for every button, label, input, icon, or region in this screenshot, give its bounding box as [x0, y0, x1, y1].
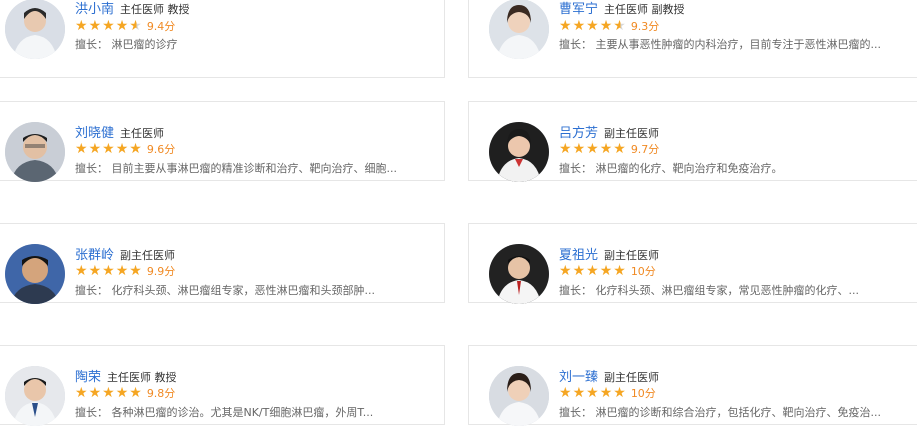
doctor-specialty: 擅长： 目前主要从事淋巴瘤的精准诊断和治疗、靶向治疗、细胞...: [75, 162, 397, 175]
star-icon: ★: [75, 18, 89, 34]
star-icon: ★: [586, 141, 600, 157]
star-icon: ★: [115, 385, 130, 401]
doctor-title: 主任医师 副教授: [604, 3, 685, 16]
doctor-specialty: 擅长： 淋巴瘤的化疗、靶向治疗和免疫治疗。: [559, 162, 783, 175]
doctor-name[interactable]: 刘晓健: [75, 126, 114, 141]
doctor-avatar[interactable]: [5, 366, 65, 426]
doctor-card[interactable]: 刘一臻 副主任医师 ★★★★★ 10分 擅长： 淋巴瘤的诊断和综合治疗，包括化疗、靶…: [468, 345, 917, 426]
star-icon: ★: [115, 141, 130, 157]
star-icon: ★: [102, 18, 116, 34]
star-rating: ★★★★★ 10分: [559, 384, 656, 402]
doctor-name[interactable]: 夏祖光: [559, 248, 598, 263]
star-icon: ★: [613, 141, 627, 157]
doctor-title: 主任医师: [120, 127, 165, 140]
doctor-card[interactable]: 吕方芳 副主任医师 ★★★★★ 9.7分 擅长： 淋巴瘤的化疗、靶向治疗和免疫治疗。: [468, 101, 917, 182]
doctor-name[interactable]: 张群岭: [75, 248, 114, 263]
star-icon: ★: [613, 263, 627, 279]
doctor-avatar[interactable]: [5, 0, 65, 59]
rating-score: 9.9分: [146, 265, 176, 278]
doctor-avatar[interactable]: [489, 0, 549, 59]
rating-score: 9.3分: [630, 20, 660, 33]
rating-score: 10分: [630, 387, 656, 400]
star-icon: ★: [102, 385, 116, 401]
doctor-title: 副主任医师: [604, 371, 660, 384]
doctor-specialty: 擅长： 淋巴瘤的诊疗: [75, 38, 178, 51]
doctor-name[interactable]: 陶荣: [75, 370, 101, 385]
doctor-avatar[interactable]: [489, 244, 549, 304]
star-icon: ★: [88, 18, 103, 34]
star-rating: ★★★★★ 9.8分: [75, 384, 175, 402]
star-icon: ★: [586, 18, 600, 34]
star-icon: ★: [75, 385, 89, 401]
doctor-avatar[interactable]: [489, 122, 549, 182]
doctor-specialty: 擅长： 主要从事恶性肿瘤的内科治疗，目前专注于恶性淋巴瘤的...: [559, 38, 881, 51]
star-icon: ★: [88, 385, 103, 401]
doctor-card[interactable]: 陶荣 主任医师 教授 ★★★★★ 9.8分 擅长： 各种淋巴瘤的诊治。尤其是NK/T…: [0, 345, 445, 426]
doctor-card[interactable]: 刘晓健 主任医师 ★★★★★ 9.6分 擅长： 目前主要从事淋巴瘤的精准诊断和治疗、…: [0, 101, 445, 182]
star-icon: ★: [599, 385, 614, 401]
star-icon: ★: [613, 385, 627, 401]
rating-score: 9.8分: [146, 387, 176, 400]
doctor-card[interactable]: 夏祖光 副主任医师 ★★★★★ 10分 擅长： 化疗科头颈、淋巴瘤组专家，常见恶性肿…: [468, 223, 917, 304]
star-rating: ★★★★★ 9.9分: [75, 262, 175, 280]
star-rating: ★★★★★ 9.7分: [559, 140, 659, 158]
doctor-title: 副主任医师: [120, 249, 176, 262]
doctor-avatar[interactable]: [5, 244, 65, 304]
doctor-title: 副主任医师: [604, 249, 660, 262]
star-icon: ★: [559, 141, 573, 157]
star-icon: ★: [559, 263, 573, 279]
star-icon: ★: [572, 141, 587, 157]
doctor-specialty: 擅长： 化疗科头颈、淋巴瘤组专家，恶性淋巴瘤和头颈部肿...: [75, 284, 375, 297]
doctor-name[interactable]: 洪小南: [75, 2, 114, 17]
star-icon: ★: [559, 385, 573, 401]
star-icon: ★: [115, 18, 130, 34]
rating-score: 9.7分: [630, 143, 660, 156]
rating-score: 9.6分: [146, 143, 176, 156]
star-icon: ★: [88, 263, 103, 279]
star-icon: ★: [102, 141, 116, 157]
star-icon: ★: [75, 263, 89, 279]
doctor-specialty: 擅长： 化疗科头颈、淋巴瘤组专家，常见恶性肿瘤的化疗、...: [559, 284, 859, 297]
star-icon: ★: [572, 263, 587, 279]
doctor-card[interactable]: 张群岭 副主任医师 ★★★★★ 9.9分 擅长： 化疗科头颈、淋巴瘤组专家，恶性淋巴…: [0, 223, 445, 304]
rating-score: 10分: [630, 265, 656, 278]
star-rating: ★★★★★ 10分: [559, 262, 656, 280]
doctor-card[interactable]: 洪小南 主任医师 教授 ★★★★★ 9.4分 擅长： 淋巴瘤的诊疗: [0, 0, 445, 78]
star-icon: ★: [115, 263, 130, 279]
half-star-icon: ★: [613, 18, 627, 34]
doctor-title: 主任医师 教授: [107, 371, 177, 384]
star-icon: ★: [572, 18, 587, 34]
star-icon: ★: [102, 263, 116, 279]
doctor-card[interactable]: 曹军宁 主任医师 副教授 ★★★★★ 9.3分 擅长： 主要从事恶性肿瘤的内科治疗，…: [468, 0, 917, 78]
star-rating: ★★★★★ 9.3分: [559, 17, 659, 35]
doctor-name[interactable]: 吕方芳: [559, 126, 598, 141]
star-icon: ★: [75, 141, 89, 157]
half-star-icon: ★: [129, 18, 143, 34]
star-icon: ★: [599, 141, 614, 157]
star-icon: ★: [88, 141, 103, 157]
star-rating: ★★★★★ 9.6分: [75, 140, 175, 158]
doctor-title: 副主任医师: [604, 127, 660, 140]
star-icon: ★: [586, 263, 600, 279]
rating-score: 9.4分: [146, 20, 176, 33]
star-rating: ★★★★★ 9.4分: [75, 17, 175, 35]
star-icon: ★: [129, 263, 143, 279]
doctor-name[interactable]: 曹军宁: [559, 2, 598, 17]
doctor-avatar[interactable]: [5, 122, 65, 182]
star-icon: ★: [599, 263, 614, 279]
star-icon: ★: [586, 385, 600, 401]
doctor-specialty: 擅长： 各种淋巴瘤的诊治。尤其是NK/T细胞淋巴瘤，外周T...: [75, 406, 374, 419]
doctor-name[interactable]: 刘一臻: [559, 370, 598, 385]
doctor-specialty: 擅长： 淋巴瘤的诊断和综合治疗，包括化疗、靶向治疗、免疫治...: [559, 406, 881, 419]
doctor-title: 主任医师 教授: [120, 3, 190, 16]
star-icon: ★: [572, 385, 587, 401]
doctor-avatar[interactable]: [489, 366, 549, 426]
star-icon: ★: [129, 141, 143, 157]
star-icon: ★: [129, 385, 143, 401]
star-icon: ★: [559, 18, 573, 34]
star-icon: ★: [599, 18, 614, 34]
